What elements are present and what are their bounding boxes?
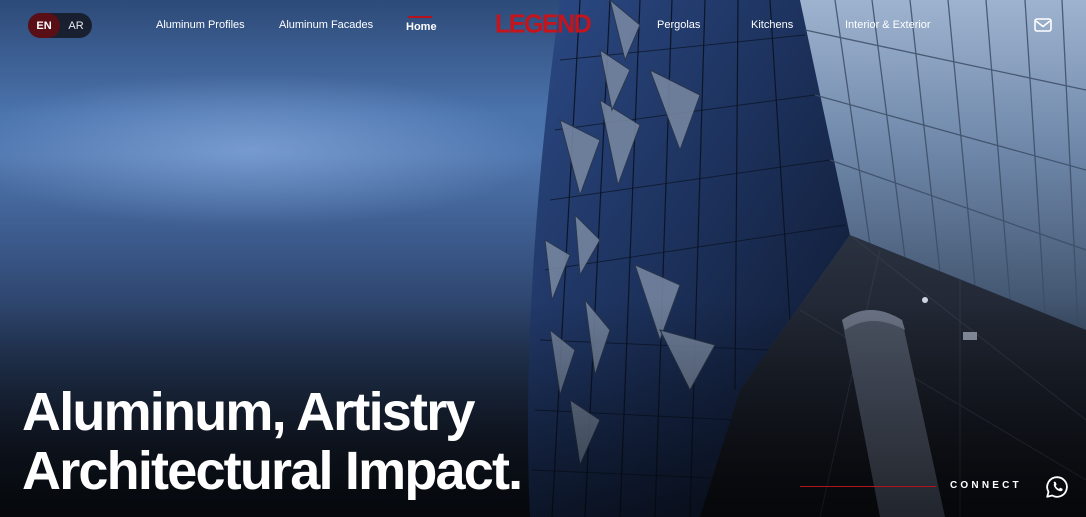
- lang-option-en[interactable]: EN: [28, 13, 60, 38]
- mail-icon[interactable]: [1034, 17, 1052, 33]
- nav-link-interior-exterior[interactable]: Interior & Exterior: [845, 19, 931, 31]
- nav-link-pergolas[interactable]: Pergolas: [657, 19, 700, 31]
- language-toggle[interactable]: EN AR: [28, 13, 92, 38]
- hero-headline-line-2: Architectural Impact.: [22, 441, 523, 501]
- connect-divider-line: [800, 486, 936, 487]
- nav-link-aluminum-facades[interactable]: Aluminum Facades: [279, 19, 373, 31]
- hero-page: EN AR Aluminum Profiles Aluminum Facades…: [0, 0, 1086, 517]
- whatsapp-icon[interactable]: [1045, 475, 1069, 499]
- hero-headline-line-1: Aluminum, Artistry: [22, 382, 475, 442]
- connect-link[interactable]: CONNECT: [950, 480, 1022, 491]
- nav-link-home[interactable]: Home: [406, 21, 437, 33]
- lang-option-ar[interactable]: AR: [60, 13, 92, 38]
- nav-active-indicator: [408, 16, 432, 18]
- nav-link-aluminum-profiles[interactable]: Aluminum Profiles: [156, 19, 245, 31]
- nav-link-kitchens[interactable]: Kitchens: [751, 19, 793, 31]
- hero-headline: Aluminum, Artistry Architectural Impact.: [22, 382, 523, 501]
- legend-logo[interactable]: LEGEND: [495, 9, 592, 39]
